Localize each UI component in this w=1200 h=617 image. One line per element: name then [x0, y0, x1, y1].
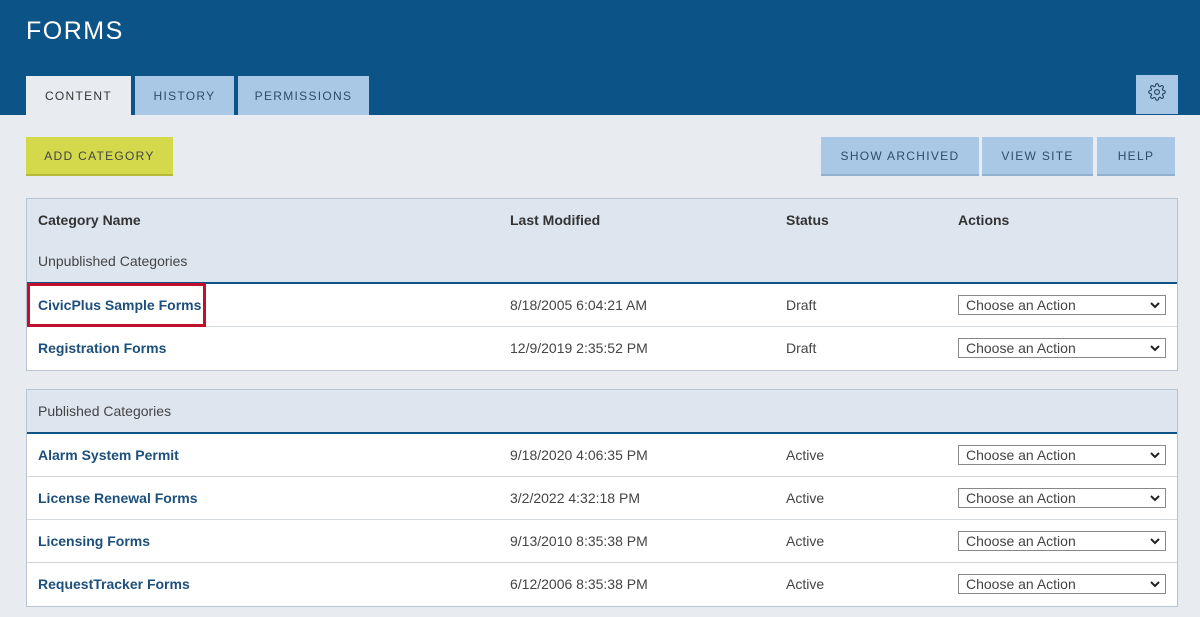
action-select-value: Choose an Action — [966, 340, 1076, 356]
chevron-down-icon — [1150, 495, 1160, 502]
chevron-down-icon — [1150, 538, 1160, 545]
category-link[interactable]: Registration Forms — [38, 327, 166, 369]
table-row: RequestTracker Forms 6/12/2006 8:35:38 P… — [27, 563, 1177, 606]
status-text: Active — [786, 576, 825, 592]
status-text: Active — [786, 533, 825, 549]
published-section-label: Published Categories — [38, 403, 172, 419]
action-select[interactable]: Choose an Action — [958, 574, 1166, 594]
add-category-button[interactable]: ADD CATEGORY — [26, 137, 173, 176]
tab-permissions[interactable]: PERMISSIONS — [238, 76, 369, 115]
help-button[interactable]: HELP — [1097, 137, 1175, 176]
last-modified: 12/9/2019 2:35:52 PM — [510, 340, 648, 356]
status-text: Active — [786, 490, 825, 506]
action-select[interactable]: Choose an Action — [958, 445, 1166, 465]
view-site-button[interactable]: VIEW SITE — [982, 137, 1093, 176]
last-modified: 3/2/2022 4:32:18 PM — [510, 490, 640, 506]
action-select[interactable]: Choose an Action — [958, 488, 1166, 508]
action-select-value: Choose an Action — [966, 447, 1076, 463]
action-select-value: Choose an Action — [966, 533, 1076, 549]
category-link[interactable]: CivicPlus Sample Forms — [38, 284, 201, 326]
table-row: Registration Forms 12/9/2019 2:35:52 PM … — [27, 327, 1177, 370]
category-link[interactable]: RequestTracker Forms — [38, 563, 190, 605]
published-categories-table: Published Categories Alarm System Permit… — [26, 389, 1178, 607]
page-title: FORMS — [26, 17, 124, 45]
tab-history[interactable]: HISTORY — [135, 76, 234, 115]
chevron-down-icon — [1150, 302, 1160, 309]
page-header: FORMS CONTENT HISTORY PERMISSIONS — [0, 0, 1200, 115]
tab-content[interactable]: CONTENT — [26, 76, 131, 115]
column-header-actions: Actions — [958, 212, 1010, 228]
category-link[interactable]: Licensing Forms — [38, 520, 150, 562]
unpublished-categories-table: Category Name Last Modified Status Actio… — [26, 198, 1178, 371]
show-archived-button[interactable]: SHOW ARCHIVED — [821, 137, 979, 176]
column-header-status: Status — [786, 212, 829, 228]
settings-button[interactable] — [1136, 75, 1178, 114]
category-link[interactable]: Alarm System Permit — [38, 434, 179, 476]
category-link[interactable]: License Renewal Forms — [38, 477, 198, 519]
action-select-value: Choose an Action — [966, 297, 1076, 313]
table-row: CivicPlus Sample Forms 8/18/2005 6:04:21… — [27, 284, 1177, 327]
last-modified: 6/12/2006 8:35:38 PM — [510, 576, 648, 592]
last-modified: 9/18/2020 4:06:35 PM — [510, 447, 648, 463]
column-header-last-modified: Last Modified — [510, 212, 601, 228]
chevron-down-icon — [1150, 345, 1160, 352]
action-select-value: Choose an Action — [966, 576, 1076, 592]
action-select[interactable]: Choose an Action — [958, 295, 1166, 315]
action-select-value: Choose an Action — [966, 490, 1076, 506]
status-text: Draft — [786, 340, 817, 356]
column-header-category-name: Category Name — [38, 212, 141, 228]
action-select[interactable]: Choose an Action — [958, 531, 1166, 551]
table-row: License Renewal Forms 3/2/2022 4:32:18 P… — [27, 477, 1177, 520]
action-select[interactable]: Choose an Action — [958, 338, 1166, 358]
gear-icon — [1148, 83, 1166, 106]
table-header: Published Categories — [27, 390, 1177, 434]
last-modified: 9/13/2010 8:35:38 PM — [510, 533, 648, 549]
chevron-down-icon — [1150, 452, 1160, 459]
chevron-down-icon — [1150, 581, 1160, 588]
table-row: Alarm System Permit 9/18/2020 4:06:35 PM… — [27, 434, 1177, 477]
status-text: Draft — [786, 297, 817, 313]
table-row: Licensing Forms 9/13/2010 8:35:38 PM Act… — [27, 520, 1177, 563]
unpublished-section-label: Unpublished Categories — [38, 253, 188, 269]
table-header: Category Name Last Modified Status Actio… — [27, 199, 1177, 284]
status-text: Active — [786, 447, 825, 463]
last-modified: 8/18/2005 6:04:21 AM — [510, 297, 647, 313]
